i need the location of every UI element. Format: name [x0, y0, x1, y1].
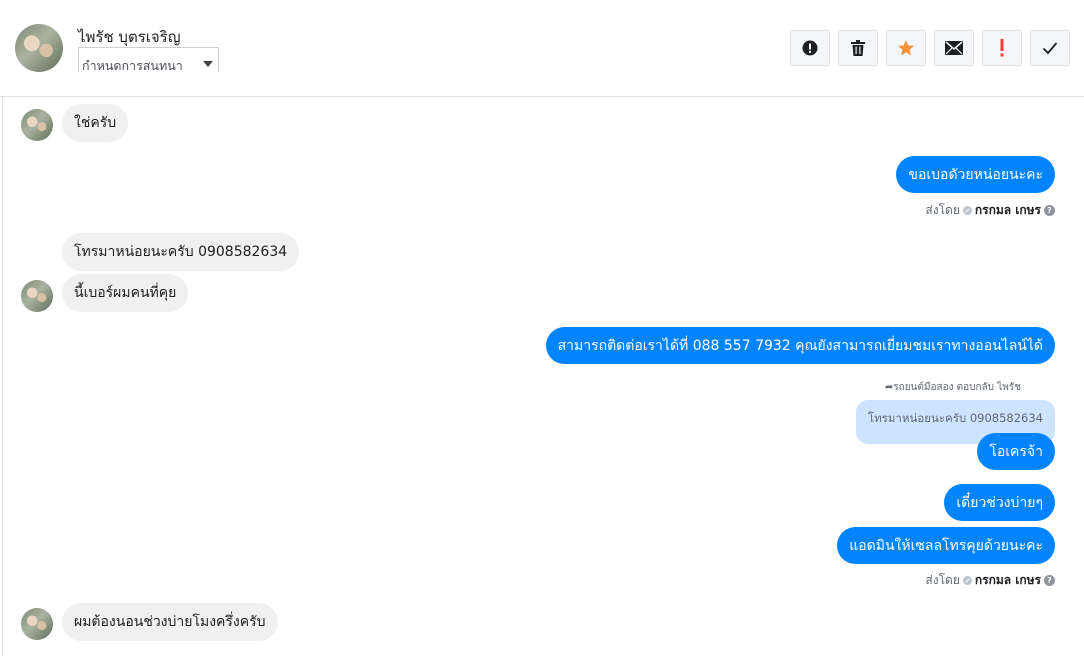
sent-by-line: ส่งโดย กรกมล เกษร ?	[925, 201, 1055, 220]
star-icon	[898, 40, 914, 56]
reply-note: ➦รถยนต์มือสอง ตอบกลับ ไพรัช	[885, 380, 1021, 395]
important-button[interactable]	[982, 30, 1022, 66]
outgoing-message[interactable]: โอเครจ้า	[977, 433, 1055, 470]
verified-icon	[962, 206, 972, 215]
conversation-header: ไพรัช บุตรเจริญ กำหนดการสนทนา	[0, 0, 1084, 97]
outgoing-message[interactable]: แอดมินให้เซลลโทรคุยด้วยนะคะ	[837, 527, 1055, 564]
mark-done-button[interactable]	[1030, 30, 1070, 66]
action-toolbar	[790, 30, 1070, 66]
help-icon[interactable]: ?	[1044, 205, 1055, 216]
caret-down-icon	[203, 61, 213, 67]
star-button[interactable]	[886, 30, 926, 66]
mail-icon	[945, 41, 963, 55]
contact-avatar-small[interactable]	[21, 109, 53, 141]
delete-button[interactable]	[838, 30, 878, 66]
outgoing-message[interactable]: เดี๋ยวช่วงบ่ายๆ	[944, 484, 1055, 521]
exclamation-icon	[1000, 39, 1004, 57]
contact-avatar-small[interactable]	[21, 608, 53, 640]
verified-icon	[962, 576, 972, 585]
alert-button[interactable]	[790, 30, 830, 66]
outgoing-message[interactable]: สามารถติดต่อเราได้ที่ 088 557 7932 คุณยั…	[545, 327, 1055, 364]
incoming-message[interactable]: โทรมาหน่อยนะครับ 0908582634	[62, 233, 300, 271]
message-thread: ใช่ครับ ขอเบอดัวยหน่อยนะคะ ส่งโดย กรกมล …	[2, 97, 1084, 656]
reply-arrow-icon: ➦	[884, 382, 894, 393]
reply-note-text: รถยนต์มือสอง ตอบกลับ ไพรัช	[893, 382, 1021, 393]
incoming-message[interactable]: ใช่ครับ	[62, 104, 129, 142]
sent-by-prefix: ส่งโดย	[925, 203, 960, 217]
sent-by-name[interactable]: กรกมล เกษร	[975, 201, 1041, 220]
contact-name[interactable]: ไพรัช บุตรเจริญ	[78, 25, 181, 49]
trash-icon	[851, 40, 865, 56]
help-icon[interactable]: ?	[1044, 575, 1055, 586]
contact-avatar[interactable]	[15, 24, 63, 72]
conversation-select[interactable]: กำหนดการสนทนา	[78, 47, 219, 73]
incoming-message[interactable]: ผมต้องนอนช่วงบ่ายโมงครึ่งครับ	[62, 603, 278, 641]
alert-icon	[802, 40, 818, 56]
sent-by-prefix: ส่งโดย	[925, 573, 960, 587]
check-icon	[1042, 42, 1058, 55]
conversation-select-label: กำหนดการสนทนา	[82, 58, 183, 73]
mail-button[interactable]	[934, 30, 974, 66]
contact-avatar-small[interactable]	[21, 280, 53, 312]
sent-by-line: ส่งโดย กรกมล เกษร ?	[925, 571, 1055, 590]
outgoing-message[interactable]: ขอเบอดัวยหน่อยนะคะ	[896, 156, 1055, 193]
incoming-message[interactable]: นี้เบอร์ผมคนที่คุย	[62, 274, 189, 312]
sent-by-name[interactable]: กรกมล เกษร	[975, 571, 1041, 590]
